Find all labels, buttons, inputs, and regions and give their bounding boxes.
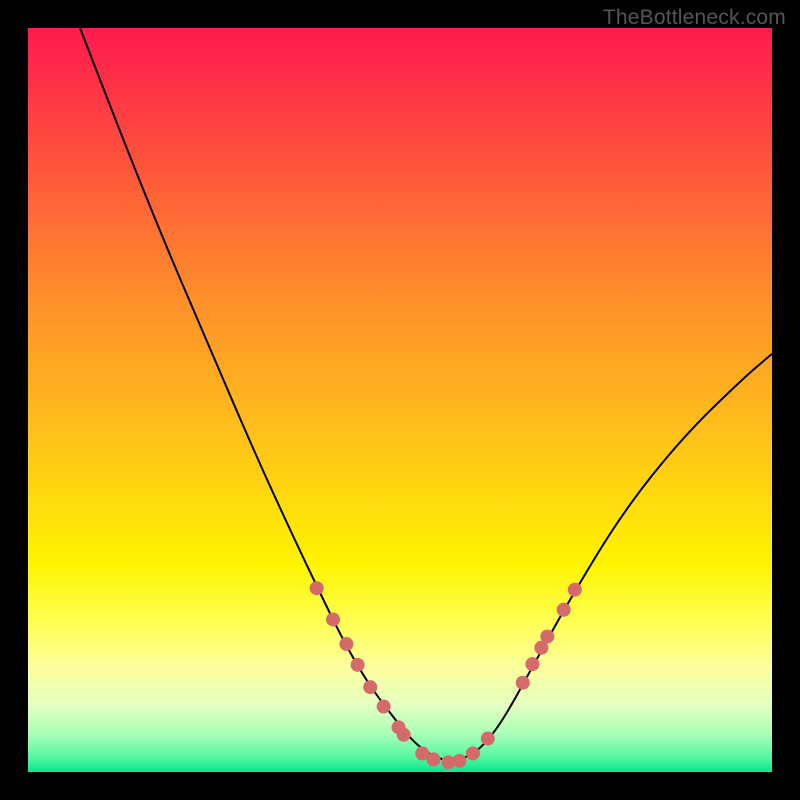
marker-dot — [351, 658, 365, 672]
marker-dot — [516, 676, 530, 690]
marker-dot — [310, 581, 324, 595]
chart-frame: TheBottleneck.com — [0, 0, 800, 800]
plot-area — [28, 28, 772, 772]
marker-dot — [557, 603, 571, 617]
marker-dot — [525, 657, 539, 671]
gradient-background — [28, 28, 772, 772]
marker-dot — [377, 700, 391, 714]
marker-dot — [426, 752, 440, 766]
watermark-text: TheBottleneck.com — [603, 6, 786, 30]
marker-dot — [466, 746, 480, 760]
chart-svg — [28, 28, 772, 772]
marker-dot — [568, 583, 582, 597]
marker-dot — [481, 732, 495, 746]
marker-dot — [540, 630, 554, 644]
marker-dot — [339, 637, 353, 651]
marker-dot — [326, 612, 340, 626]
marker-dot — [453, 754, 467, 768]
marker-dot — [397, 728, 411, 742]
marker-dot — [363, 680, 377, 694]
